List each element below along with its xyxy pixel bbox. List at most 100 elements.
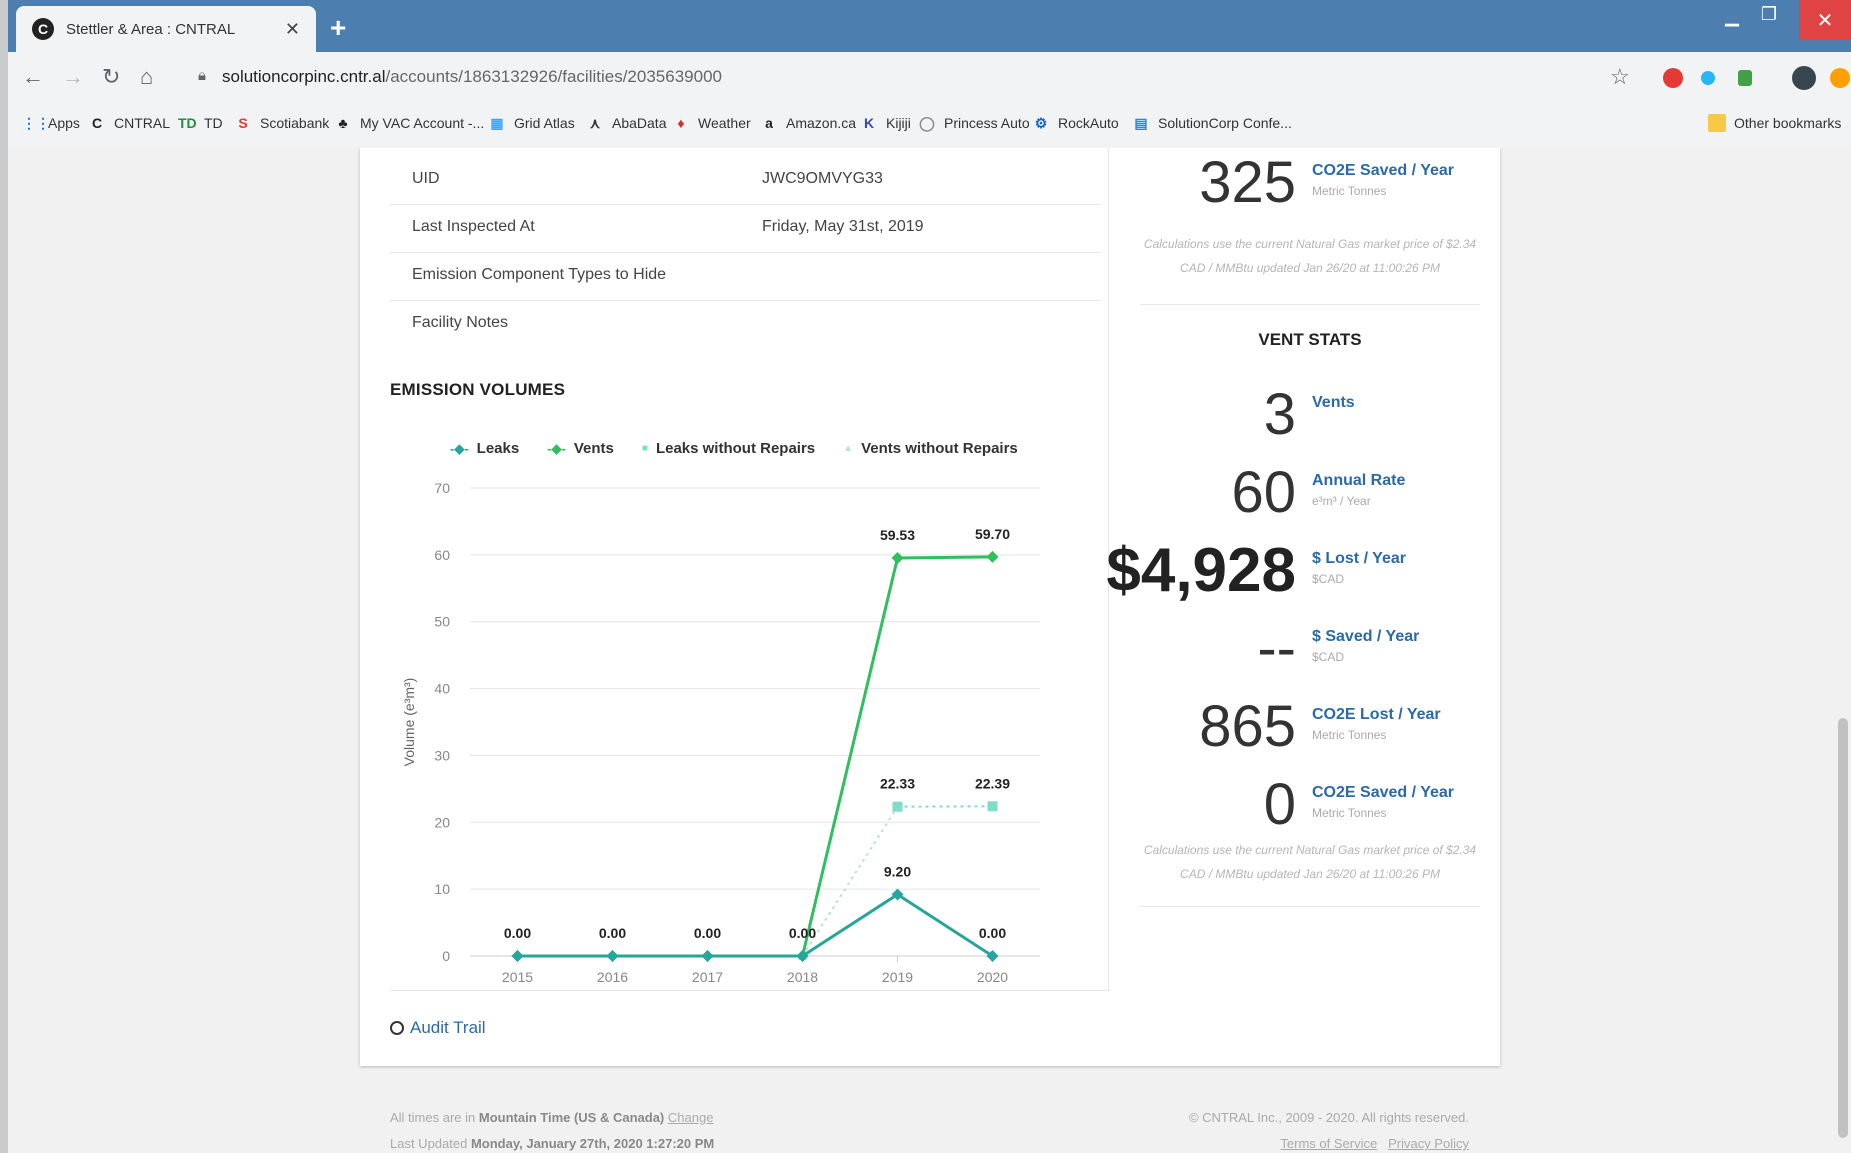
privacy-link[interactable]: Privacy Policy [1388,1136,1469,1151]
tab-bar: C Stettler & Area : CNTRAL ✕ + ▁ ❐ ✕ [8,0,1851,52]
info-row-emission-types: Emission Component Types to Hide [390,252,1100,301]
y-tick-label: 60 [434,547,450,563]
lock-icon: 🔒︎ [198,67,206,84]
back-icon[interactable]: ← [22,64,44,90]
new-tab-button[interactable]: + [330,12,346,44]
stat-value: 325 [1199,150,1296,215]
audit-trail-label: Audit Trail [410,1018,486,1037]
change-timezone-link[interactable]: Change [668,1110,714,1125]
forward-icon[interactable]: → [62,64,84,90]
maple-leaf-icon: ♣ [338,115,348,131]
data-label: 0.00 [599,925,626,941]
profile-avatar[interactable] [1792,66,1816,90]
y-tick-label: 40 [434,681,450,697]
grid-atlas-icon: ▦ [490,115,504,131]
bookmark-star-icon[interactable]: ☆ [1610,64,1630,90]
minimize-icon[interactable]: ▁ [1725,6,1739,27]
info-key: Facility Notes [412,314,509,331]
data-point [606,950,619,962]
close-tab-icon[interactable]: ✕ [285,19,300,40]
x-tick-label: 2015 [502,969,533,985]
clock-icon [390,1021,404,1035]
bookmark-10[interactable]: ◯ Princess Auto [918,114,1029,132]
abadata-icon: ⋏ [589,115,601,131]
y-tick-label: 0 [442,948,450,964]
y-tick-label: 30 [434,747,450,763]
data-point [511,950,524,962]
stat-value: 865 [1199,694,1296,759]
browser-chrome: C Stettler & Area : CNTRAL ✕ + ▁ ❐ ✕ ← →… [8,0,1851,149]
rockauto-icon: ⚙ [1034,115,1048,131]
data-point [891,551,904,564]
stat-sub: Metric Tonnes [1312,184,1387,198]
green-extension-icon[interactable] [1738,70,1752,86]
other-bookmarks[interactable]: Other bookmarks [1708,114,1841,132]
cloud-extension-icon[interactable] [1701,71,1715,85]
x-tick-label: 2016 [597,969,628,985]
scrollbar[interactable] [1835,148,1851,1153]
maximize-icon[interactable]: ❐ [1761,4,1777,25]
series-line-0 [517,892,994,958]
stat-label: $ Saved / Year [1312,628,1420,645]
facility-card: UID JWC9OMVYG33 Last Inspected At Friday… [360,148,1500,1066]
folder-icon [1708,114,1726,132]
bookmark-3[interactable]: S Scotiabank [234,114,329,132]
bookmark-12[interactable]: ▤ SolutionCorp Confe... [1132,114,1291,132]
data-label: 0.00 [789,925,816,941]
tz-value: Mountain Time (US & Canada) [478,1110,665,1125]
bookmark-1[interactable]: C CNTRAL [88,114,170,132]
weather-leaf-icon: ♦ [677,115,685,131]
adblock-extension-icon[interactable] [1663,68,1683,88]
terms-link[interactable]: Terms of Service [1280,1136,1377,1151]
cntral-logo-icon: C [91,115,103,131]
data-point [986,550,999,563]
last-updated-note: Last Updated Monday, January 27th, 2020 … [390,1136,714,1151]
stat-value: 3 [1263,382,1296,447]
info-value: JWC9OMVYG33 [762,170,883,187]
vent-stat-0: 3 Vents [1140,380,1480,450]
bookmark-9[interactable]: K Kijiji [860,114,911,132]
bookmark-5[interactable]: ▦ Grid Atlas [488,114,574,132]
footer-links: Terms of Service Privacy Policy [1280,1136,1469,1151]
info-key: UID [412,170,440,187]
x-tick-label: 2018 [787,969,818,985]
y-tick-label: 10 [434,881,450,897]
window-close-icon[interactable]: ✕ [1799,0,1851,40]
bookmark-11[interactable]: ⚙ RockAuto [1032,114,1119,132]
vent-stat-4: 865 CO2E Lost / Year Metric Tonnes [1140,692,1480,762]
reload-icon[interactable]: ↻ [102,64,120,90]
bookmark-4[interactable]: ♣ My VAC Account -... [334,114,484,132]
bookmark-2[interactable]: TD TD [178,114,223,132]
stat-value: -- [1257,616,1296,681]
stat-label: $ Lost / Year [1312,550,1406,567]
stat-label: CO2E Saved / Year [1312,784,1455,801]
info-row-uid: UID JWC9OMVYG33 [390,156,1100,205]
y-tick-label: 50 [434,614,450,630]
bookmark-6[interactable]: ⋏ AbaData [586,114,667,132]
bookmark-0[interactable]: ⋮⋮ Apps [22,114,80,132]
browser-tab[interactable]: C Stettler & Area : CNTRAL ✕ [16,6,316,52]
audit-trail-link[interactable]: Audit Trail [390,1018,486,1038]
stat-divider [1140,304,1480,305]
vent-stat-3: -- $ Saved / Year $CAD [1140,614,1480,684]
stat-sub: Metric Tonnes [1312,806,1387,820]
vent-stat-1: 60 Annual Rate e³m³ / Year [1140,458,1480,528]
scotiabank-logo-icon: S [238,115,248,131]
info-row-facility-notes: Facility Notes [390,300,1100,348]
address-bar[interactable]: 🔒︎ solutioncorpinc.cntr.al/accounts/1863… [186,61,1686,95]
x-tick-label: 2019 [882,969,913,985]
notification-extension-icon[interactable] [1830,68,1850,88]
amazon-icon: a [765,115,773,131]
scrollbar-thumb[interactable] [1838,718,1848,1138]
home-icon[interactable]: ⌂ [140,64,153,90]
page-content: UID JWC9OMVYG33 Last Inspected At Friday… [8,148,1844,1153]
timezone-note: All times are in Mountain Time (US & Can… [390,1110,713,1125]
emission-volumes-chart: 0 10 20 30 40 50 60 70 2015 2016 2017 2018 2019 2020 V… [401,480,1040,985]
data-label: 0.00 [504,925,531,941]
info-row-last-inspected: Last Inspected At Friday, May 31st, 2019 [390,204,1100,253]
bookmark-7[interactable]: ♦ Weather [672,114,750,132]
vent-stats-title: VENT STATS [1258,330,1362,349]
info-key: Last Inspected At [412,218,535,235]
series-line-3 [801,806,899,957]
bookmark-8[interactable]: a Amazon.ca [760,114,856,132]
